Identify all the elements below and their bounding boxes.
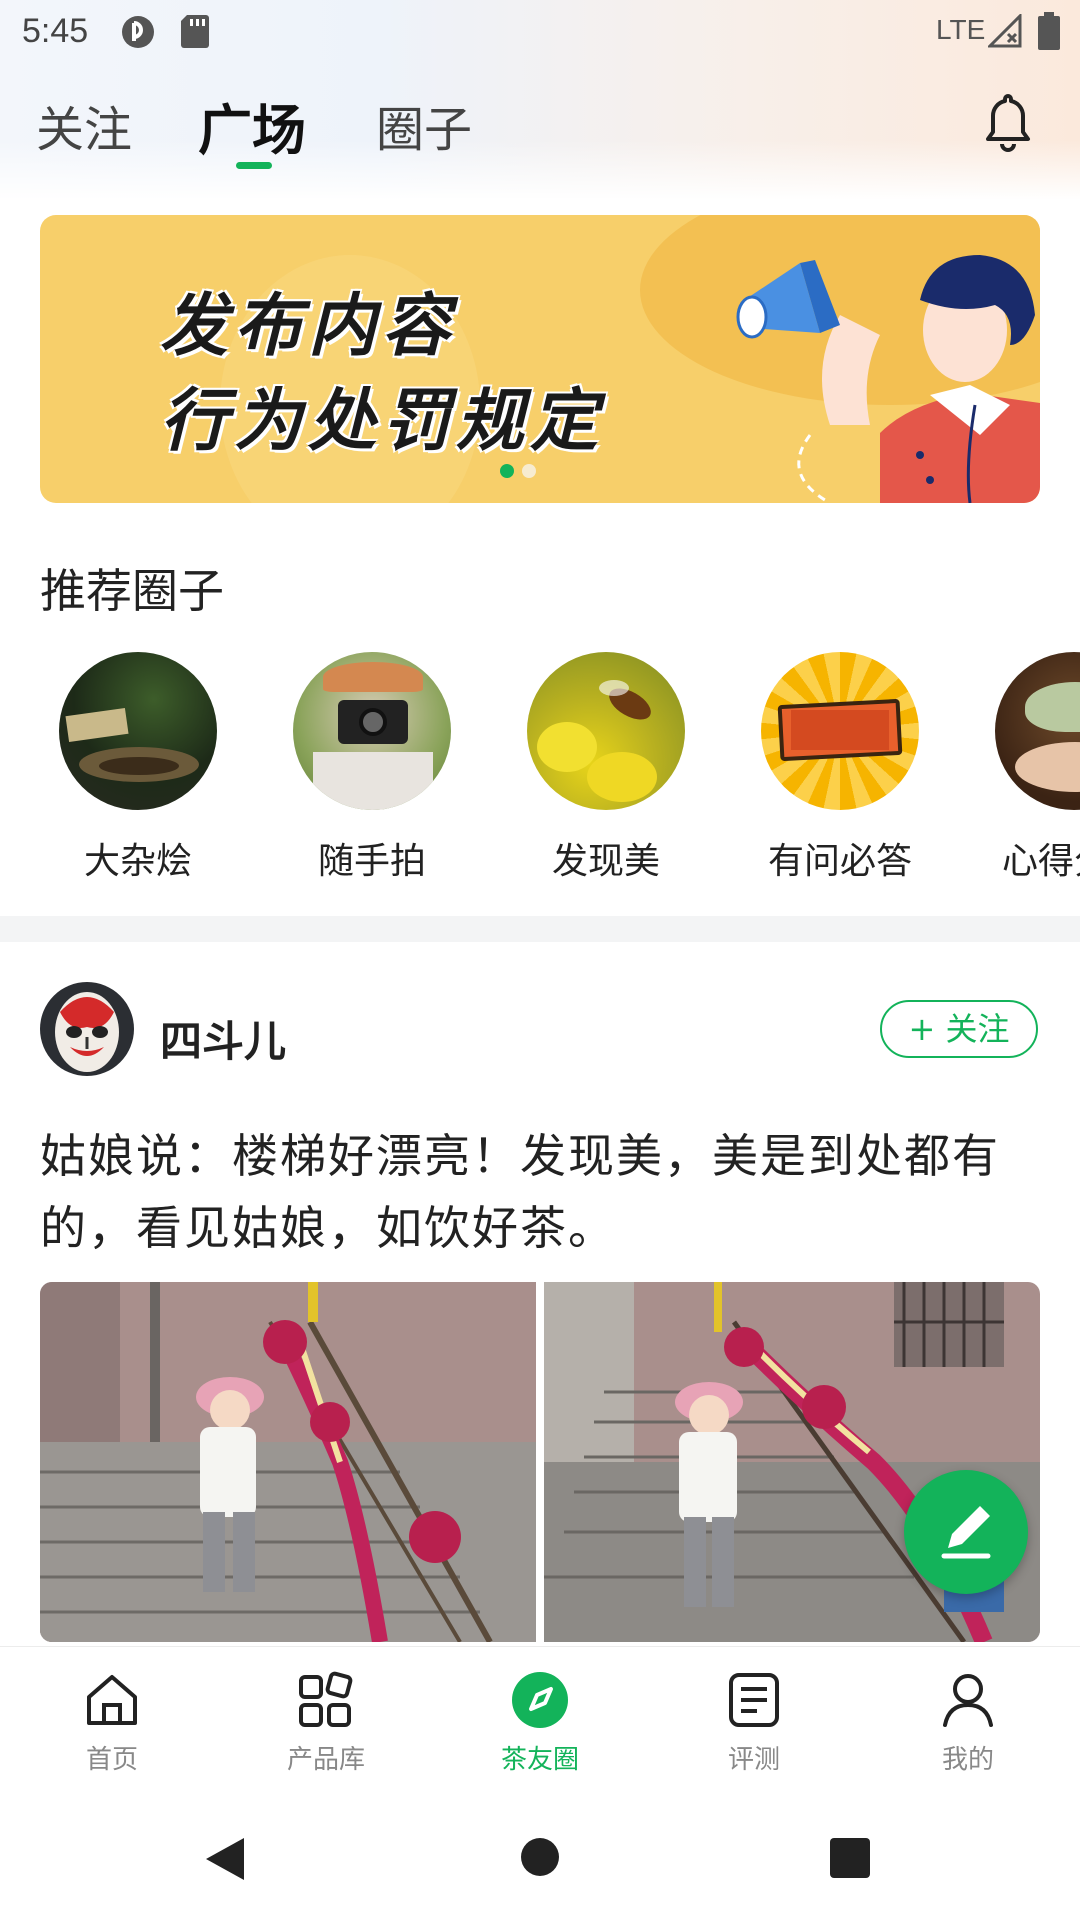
- nav-item-me[interactable]: 我的: [860, 1669, 1076, 1776]
- home-icon: [87, 1675, 137, 1725]
- mask-avatar-image: [40, 982, 134, 1076]
- nav-label: 产品库: [286, 1745, 365, 1775]
- post-username[interactable]: 四斗儿: [160, 1008, 286, 1069]
- network-type: LTE: [936, 14, 986, 45]
- status-time: 5:45: [22, 12, 89, 50]
- circle-item-qa[interactable]: 有问必答: [723, 652, 957, 882]
- nav-item-home[interactable]: 首页: [4, 1669, 220, 1776]
- top-tabs: 关注 广场 圈子: [0, 90, 1080, 180]
- megaphone-person-illustration: [736, 255, 1040, 503]
- bee-flower-photo: [527, 652, 685, 810]
- recent-apps-button[interactable]: [830, 1838, 870, 1878]
- circle-item-misc[interactable]: 大杂烩: [21, 652, 255, 882]
- signal-icon: [988, 14, 1022, 48]
- qa-badge-icon: [761, 652, 919, 810]
- tab-circles[interactable]: 圈子: [376, 90, 472, 160]
- sd-card-icon: [181, 15, 209, 48]
- nav-item-reviews[interactable]: 评测: [646, 1669, 862, 1776]
- circle-item-snapshot[interactable]: 随手拍: [255, 652, 489, 882]
- circle-label: 大杂烩: [83, 841, 192, 882]
- compose-post-button[interactable]: [904, 1470, 1028, 1594]
- promo-banner[interactable]: 发布内容 行为处罚规定: [40, 215, 1040, 503]
- banner-headline-2: 行为处罚规定: [160, 382, 605, 461]
- tab-plaza[interactable]: 广场: [198, 86, 306, 165]
- nav-item-products[interactable]: 产品库: [218, 1669, 434, 1776]
- nav-label: 茶友圈: [500, 1745, 579, 1775]
- banner-headline-1: 发布内容: [160, 287, 457, 366]
- tea-set-photo: [59, 652, 217, 810]
- section-title-recommended: 推荐圈子: [40, 564, 224, 618]
- circle-label: 发现美: [551, 841, 660, 882]
- compass-icon: [512, 1672, 568, 1728]
- back-icon[interactable]: [204, 1836, 248, 1882]
- circle-label: 心得分享: [1001, 841, 1080, 882]
- grid-icon: [299, 1671, 353, 1727]
- post-photo[interactable]: [40, 1282, 536, 1642]
- app-notification-icon: [122, 16, 154, 48]
- system-navigation-bar: [0, 1786, 1080, 1920]
- tab-follow[interactable]: 关注: [36, 90, 132, 160]
- status-bar: 5:45 LTE: [0, 0, 1080, 64]
- avatar[interactable]: [40, 982, 134, 1076]
- recommended-circles-list: 大杂烩 随手拍 发现美 有问必答 心得分享: [0, 652, 1080, 882]
- section-divider: [0, 916, 1080, 942]
- active-tab-indicator: [236, 162, 272, 169]
- post-text: 姑娘说：楼梯好漂亮！发现美，美是到处都有的，看见姑娘，如饮好茶。: [40, 1129, 1000, 1255]
- camera-photographer-photo: [293, 652, 451, 810]
- circle-item-discover-beauty[interactable]: 发现美: [489, 652, 723, 882]
- circle-item-experience[interactable]: 心得分享: [957, 652, 1080, 882]
- pencil-icon: [941, 1506, 991, 1559]
- nav-label: 首页: [85, 1745, 138, 1775]
- stairs-photo-1: [40, 1282, 536, 1642]
- bell-icon[interactable]: [980, 92, 1036, 152]
- home-button[interactable]: [521, 1838, 559, 1876]
- circle-label: 有问必答: [767, 841, 912, 882]
- follow-button[interactable]: + 关注: [880, 1000, 1038, 1058]
- circle-label: 随手拍: [317, 841, 426, 882]
- notes-icon: [729, 1673, 779, 1727]
- profile-icon: [943, 1674, 993, 1727]
- page-dot-active: [500, 464, 514, 478]
- banner-pagination: [500, 463, 544, 482]
- page-dot: [522, 464, 536, 478]
- nav-item-tea-circle[interactable]: 茶友圈: [432, 1669, 648, 1776]
- tea-cup-photo: [995, 652, 1080, 810]
- nav-label: 我的: [941, 1745, 994, 1775]
- nav-label: 评测: [727, 1745, 780, 1775]
- bottom-navigation: 首页 产品库 茶友圈 评测 我的: [0, 1646, 1080, 1786]
- battery-icon: [1038, 12, 1060, 50]
